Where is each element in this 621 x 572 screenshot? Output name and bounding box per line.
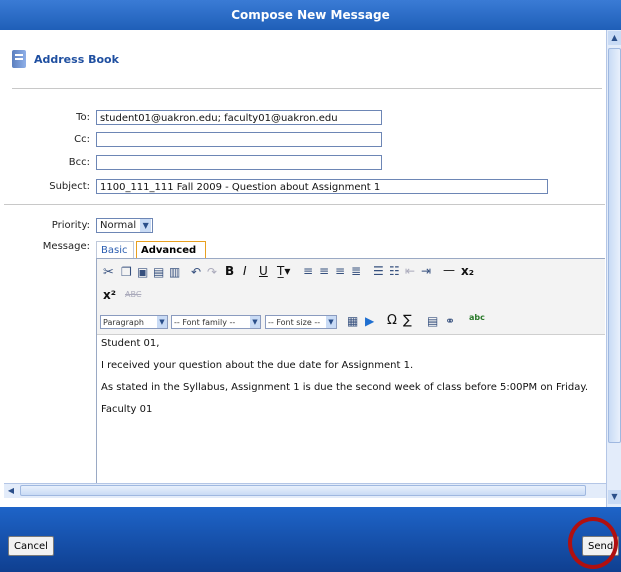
paragraph-format-value: Paragraph: [103, 317, 144, 327]
subscript-icon[interactable]: x₂: [461, 264, 474, 278]
to-label: To:: [76, 112, 90, 123]
chevron-down-icon: ▼: [326, 316, 336, 328]
chevron-down-icon: ▼: [140, 219, 152, 232]
priority-value: Normal: [100, 220, 137, 231]
font-size-value: -- Font size --: [268, 317, 321, 327]
tab-basic[interactable]: Basic: [96, 241, 134, 258]
redo-icon[interactable]: ↷: [207, 265, 217, 279]
scroll-thumb[interactable]: [608, 48, 621, 443]
italic-icon[interactable]: I: [243, 264, 247, 278]
paste-icon[interactable]: ▣: [137, 265, 148, 279]
subject-label: Subject:: [49, 181, 90, 192]
address-book-icon: [12, 50, 26, 68]
to-field[interactable]: student01@uakron.edu; faculty01@uakron.e…: [96, 110, 382, 125]
text-color-icon[interactable]: T̲▾: [277, 264, 290, 278]
rich-text-editor: ✂ ❐ ▣ ▤ ▥ ↶ ↷ B I U T̲▾ ≡ ≡ ≡ ≣ ☰ ☷ ⇤ ⇥ …: [96, 258, 605, 490]
chevron-down-icon: ▼: [157, 316, 167, 328]
priority-select[interactable]: Normal ▼: [96, 218, 153, 233]
message-paragraph: I received your question about the due d…: [101, 360, 414, 371]
copy-icon[interactable]: ❐: [121, 265, 132, 279]
editor-toolbar-primary: ✂ ❐ ▣ ▤ ▥ ↶ ↷ B I U T̲▾ ≡ ≡ ≡ ≣ ☰ ☷ ⇤ ⇥ …: [97, 259, 605, 312]
superscript-icon[interactable]: x²: [103, 288, 116, 302]
cancel-button[interactable]: Cancel: [8, 536, 54, 556]
message-paragraph: Student 01,: [101, 338, 160, 349]
insert-media-icon[interactable]: ▶: [365, 314, 374, 328]
align-left-icon[interactable]: ≡: [303, 264, 313, 278]
dialog-footer: Cancel Send: [0, 507, 621, 572]
font-family-value: -- Font family --: [174, 317, 236, 327]
horizontal-scroll-thumb[interactable]: [20, 485, 586, 496]
bullet-list-icon[interactable]: ☰: [373, 264, 384, 278]
indent-icon[interactable]: ⇥: [421, 264, 431, 278]
align-right-icon[interactable]: ≡: [335, 264, 345, 278]
underline-icon[interactable]: U: [259, 264, 268, 278]
paste-word-icon[interactable]: ▥: [169, 265, 180, 279]
equation-icon[interactable]: ∑: [403, 313, 412, 328]
message-body[interactable]: Student 01, I received your question abo…: [97, 335, 605, 427]
font-size-select[interactable]: -- Font size -- ▼: [265, 315, 337, 329]
compose-form: Address Book To: student01@uakron.edu; f…: [4, 30, 605, 490]
highlight-circle: [568, 517, 618, 569]
paragraph-format-select[interactable]: Paragraph ▼: [100, 315, 168, 329]
paste-text-icon[interactable]: ▤: [153, 265, 164, 279]
numbered-list-icon[interactable]: ☷: [389, 264, 400, 278]
horizontal-rule-icon[interactable]: —: [443, 263, 455, 277]
table-icon[interactable]: ▦: [347, 314, 358, 328]
address-book-label: Address Book: [34, 52, 119, 66]
horizontal-scrollbar[interactable]: ◀: [4, 483, 606, 498]
editor-toolbar-secondary: Paragraph ▼ -- Font family -- ▼ -- Font …: [97, 311, 605, 335]
special-character-icon[interactable]: Ω: [387, 313, 397, 328]
fields-divider: [4, 204, 605, 205]
dialog-title: Compose New Message: [231, 8, 390, 22]
scroll-up-icon[interactable]: ▲: [608, 31, 621, 45]
bold-icon[interactable]: B: [225, 264, 234, 278]
subject-field[interactable]: 1100_111_111 Fall 2009 - Question about …: [96, 179, 548, 194]
priority-label: Priority:: [51, 220, 90, 231]
cc-label: Cc:: [74, 134, 90, 145]
message-label: Message:: [42, 241, 90, 252]
scroll-left-icon[interactable]: ◀: [5, 484, 17, 497]
dialog-title-bar: Compose New Message: [0, 0, 621, 30]
link-icon[interactable]: ⚭: [445, 314, 455, 328]
strikethrough-icon[interactable]: ABC: [125, 290, 141, 299]
bcc-label: Bcc:: [68, 157, 90, 168]
cut-icon[interactable]: ✂: [103, 265, 114, 280]
address-book-link[interactable]: Address Book: [12, 50, 119, 68]
tab-advanced[interactable]: Advanced: [136, 241, 206, 258]
message-paragraph: Faculty 01: [101, 404, 153, 415]
insert-video-icon[interactable]: ▤: [427, 314, 438, 328]
cc-field[interactable]: [96, 132, 382, 147]
align-justify-icon[interactable]: ≣: [351, 264, 361, 278]
font-family-select[interactable]: -- Font family -- ▼: [171, 315, 261, 329]
vertical-scrollbar[interactable]: ▲ ▼: [606, 30, 621, 507]
chevron-down-icon: ▼: [250, 316, 260, 328]
scroll-down-icon[interactable]: ▼: [608, 490, 621, 504]
message-paragraph: As stated in the Syllabus, Assignment 1 …: [101, 382, 589, 393]
header-divider: [12, 88, 602, 89]
bcc-field[interactable]: [96, 155, 382, 170]
align-center-icon[interactable]: ≡: [319, 264, 329, 278]
outdent-icon[interactable]: ⇤: [405, 264, 415, 278]
undo-icon[interactable]: ↶: [191, 265, 201, 279]
spellcheck-icon[interactable]: abc: [469, 313, 485, 322]
